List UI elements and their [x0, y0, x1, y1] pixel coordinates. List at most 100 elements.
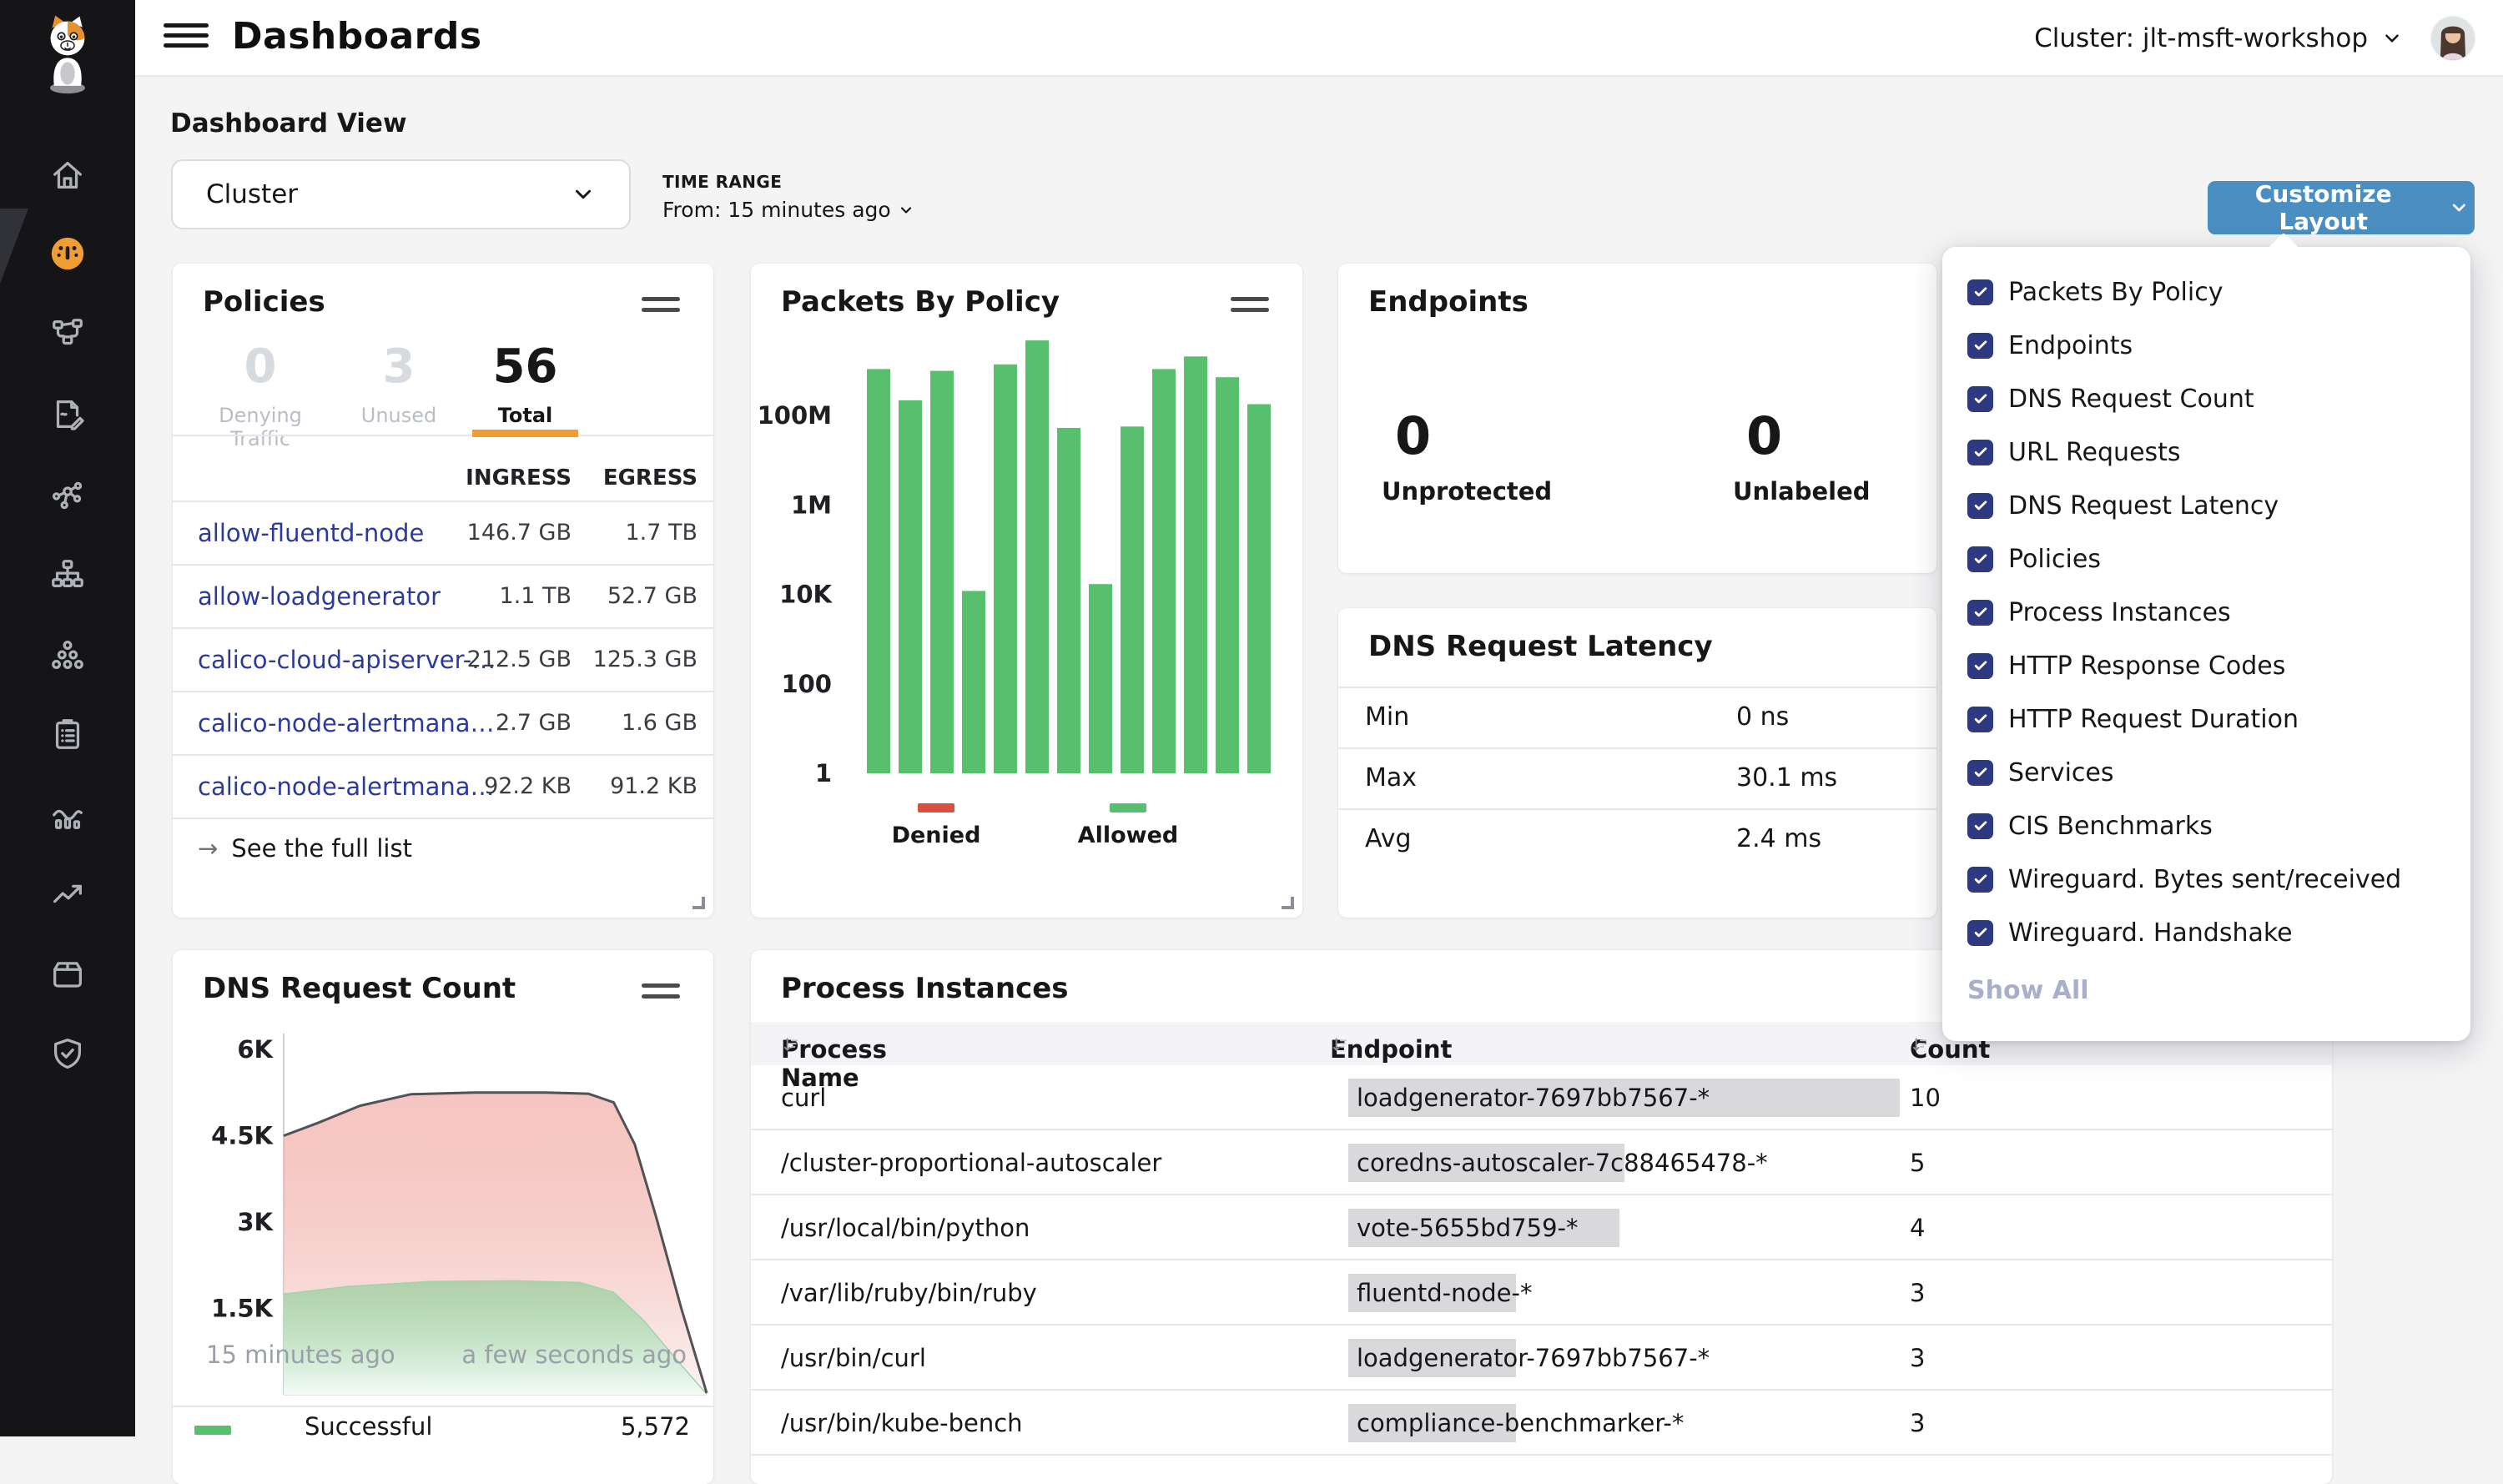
- endpoint-cell: vote-5655bd759-*: [1357, 1195, 1579, 1260]
- menu-item-wireguard-bytes-sent-received[interactable]: Wireguard. Bytes sent/received: [1942, 853, 2470, 906]
- policy-name-link[interactable]: calico-node-alertmana…: [198, 692, 495, 754]
- resize-handle-icon[interactable]: [692, 897, 705, 909]
- checkbox-checked-icon[interactable]: [1967, 600, 1993, 626]
- menu-item-services[interactable]: Services: [1942, 746, 2470, 799]
- policy-name-link[interactable]: allow-loadgenerator: [198, 566, 441, 627]
- show-all-link[interactable]: Show All: [1967, 976, 2089, 1005]
- menu-item-process-instances[interactable]: Process Instances: [1942, 586, 2470, 639]
- checkbox-checked-icon[interactable]: [1967, 653, 1993, 679]
- menu-item-http-response-codes[interactable]: HTTP Response Codes: [1942, 639, 2470, 692]
- drag-handle-icon[interactable]: [642, 983, 680, 1005]
- checkbox-checked-icon[interactable]: [1967, 920, 1993, 946]
- service-graph-icon: [48, 475, 87, 514]
- menu-item-label: URL Requests: [2008, 438, 2181, 467]
- customize-layout-button[interactable]: Customize Layout: [2208, 181, 2475, 234]
- count-cell: 3: [1910, 1391, 1925, 1456]
- calico-cat-logo[interactable]: [20, 8, 115, 95]
- sidebar-item-network-policies[interactable]: [48, 314, 87, 353]
- checkbox-checked-icon[interactable]: [1967, 760, 1993, 786]
- checkbox-checked-icon[interactable]: [1967, 813, 1993, 839]
- policy-name-link[interactable]: calico-node-alertmana…: [198, 756, 495, 817]
- sidebar-item-dashboards[interactable]: [48, 234, 87, 273]
- process-name-cell: /usr/bin/kube-bench: [781, 1391, 1023, 1456]
- sidebar-item-threat-defense[interactable]: [48, 1034, 87, 1073]
- policies-footer: →See the full list: [173, 817, 713, 880]
- menu-item-dns-request-count[interactable]: DNS Request Count: [1942, 372, 2470, 425]
- count-cell: 3: [1910, 1326, 1925, 1391]
- menu-toggle-icon[interactable]: [164, 23, 209, 54]
- svg-text:6K: 6K: [237, 1035, 274, 1064]
- policy-ingress-value: 1.1 TB: [499, 566, 572, 627]
- cluster-selector[interactable]: Cluster: jlt-msft-workshop: [2029, 23, 2408, 54]
- user-avatar[interactable]: [2431, 17, 2475, 60]
- sidebar-item-compliance-reports[interactable]: [48, 715, 87, 753]
- time-range: TIME RANGE From: 15 minutes ago: [662, 172, 914, 222]
- process-row[interactable]: /usr/bin/kube-bench compliance-benchmarke…: [751, 1391, 2332, 1456]
- process-row[interactable]: /cluster-proportional-autoscalercoredns-…: [751, 1130, 2332, 1195]
- svg-text:Allowed: Allowed: [1078, 822, 1179, 848]
- sidebar-item-home[interactable]: [48, 156, 87, 194]
- card-title: DNS Request Count: [203, 972, 516, 1005]
- endpoint-cell: loadgenerator-7697bb7567-*: [1357, 1326, 1710, 1391]
- checkbox-checked-icon[interactable]: [1967, 279, 1993, 305]
- menu-item-dns-request-latency[interactable]: DNS Request Latency: [1942, 479, 2470, 532]
- count-cell: 10: [1910, 1065, 1941, 1130]
- endpoint-cell: coredns-autoscaler-7c88465478-*: [1357, 1130, 1768, 1195]
- sidebar-item-service-graph[interactable]: [48, 475, 87, 514]
- resize-handle-icon[interactable]: [1282, 897, 1294, 909]
- checkbox-checked-icon[interactable]: [1967, 440, 1993, 465]
- menu-item-http-request-duration[interactable]: HTTP Request Duration: [1942, 692, 2470, 746]
- see-full-list-link[interactable]: →See the full list: [198, 817, 412, 880]
- svg-text:1: 1: [815, 759, 832, 787]
- dashboard-view-select[interactable]: Cluster: [171, 159, 631, 229]
- customize-layout-menu: Packets By PolicyEndpoints DNS Request Co…: [1942, 247, 2470, 1041]
- svg-text:1M: 1M: [791, 490, 832, 519]
- policy-name-link[interactable]: allow-fluentd-node: [198, 502, 424, 564]
- sidebar-item-policy-recommendations[interactable]: [48, 395, 87, 433]
- egress-column-header: EGRESS: [603, 465, 698, 490]
- page-title: Dashboards: [232, 15, 482, 58]
- svg-text:1.5K: 1.5K: [211, 1295, 274, 1323]
- menu-item-packets-by-policy[interactable]: Packets By Policy: [1942, 265, 2470, 319]
- checkbox-checked-icon[interactable]: [1967, 386, 1993, 412]
- process-row[interactable]: /usr/bin/curlloadgenerator-7697bb7567-*3: [751, 1326, 2332, 1391]
- drag-handle-icon[interactable]: [642, 297, 680, 319]
- endpoint-cell: compliance-benchmarker-*: [1357, 1391, 1684, 1456]
- network-policies-icon: [48, 314, 87, 353]
- menu-item-endpoints[interactable]: Endpoints: [1942, 319, 2470, 372]
- process-row[interactable]: /var/lib/ruby/bin/rubyfluentd-node-*3: [751, 1260, 2332, 1326]
- checkbox-checked-icon[interactable]: [1967, 493, 1993, 519]
- sidebar-item-network-topology[interactable]: [48, 556, 87, 594]
- sort-icon: [1330, 1035, 1349, 1054]
- policy-row: calico-cloud-apiserver-…212.5 GB125.3 GB: [173, 629, 713, 692]
- drag-handle-icon[interactable]: [1231, 297, 1269, 319]
- policy-ingress-value: 2.7 GB: [496, 692, 572, 754]
- process-row[interactable]: /usr/local/bin/pythonvote-5655bd759-*4: [751, 1195, 2332, 1260]
- policy-egress-value: 52.7 GB: [607, 566, 698, 627]
- sidebar-item-workloads[interactable]: [48, 636, 87, 674]
- process-row[interactable]: curlloadgenerator-7697bb7567-*10: [751, 1065, 2332, 1130]
- time-range-value[interactable]: From: 15 minutes ago: [662, 198, 914, 222]
- sidebar-item-trends[interactable]: [48, 875, 87, 913]
- policy-name-link[interactable]: calico-cloud-apiserver-…: [198, 629, 496, 691]
- sidebar-item-activity-stats[interactable]: [48, 795, 87, 833]
- compliance-reports-icon: [48, 715, 87, 753]
- menu-item-label: DNS Request Count: [2008, 385, 2254, 414]
- checkbox-checked-icon[interactable]: [1967, 333, 1993, 359]
- checkbox-checked-icon[interactable]: [1967, 707, 1993, 732]
- menu-item-wireguard-handshake[interactable]: Wireguard. Handshake: [1942, 906, 2470, 959]
- checkbox-checked-icon[interactable]: [1967, 867, 1993, 893]
- menu-item-cis-benchmarks[interactable]: CIS Benchmarks: [1942, 799, 2470, 853]
- sidebar-item-image-assurance[interactable]: [48, 954, 87, 993]
- process-name-cell: /var/lib/ruby/bin/ruby: [781, 1260, 1037, 1326]
- view-select-value: Cluster: [206, 179, 298, 209]
- section-label: Dashboard View: [170, 108, 407, 138]
- card-title: Policies: [203, 285, 325, 319]
- latency-row-avg: Avg2.4 ms: [1338, 808, 1936, 869]
- checkbox-checked-icon[interactable]: [1967, 546, 1993, 572]
- policy-egress-value: 1.7 TB: [625, 502, 698, 564]
- menu-item-policies[interactable]: Policies: [1942, 532, 2470, 586]
- menu-item-label: HTTP Response Codes: [2008, 651, 2285, 681]
- stat-total[interactable]: 56Total: [472, 344, 578, 427]
- menu-item-url-requests[interactable]: URL Requests: [1942, 425, 2470, 479]
